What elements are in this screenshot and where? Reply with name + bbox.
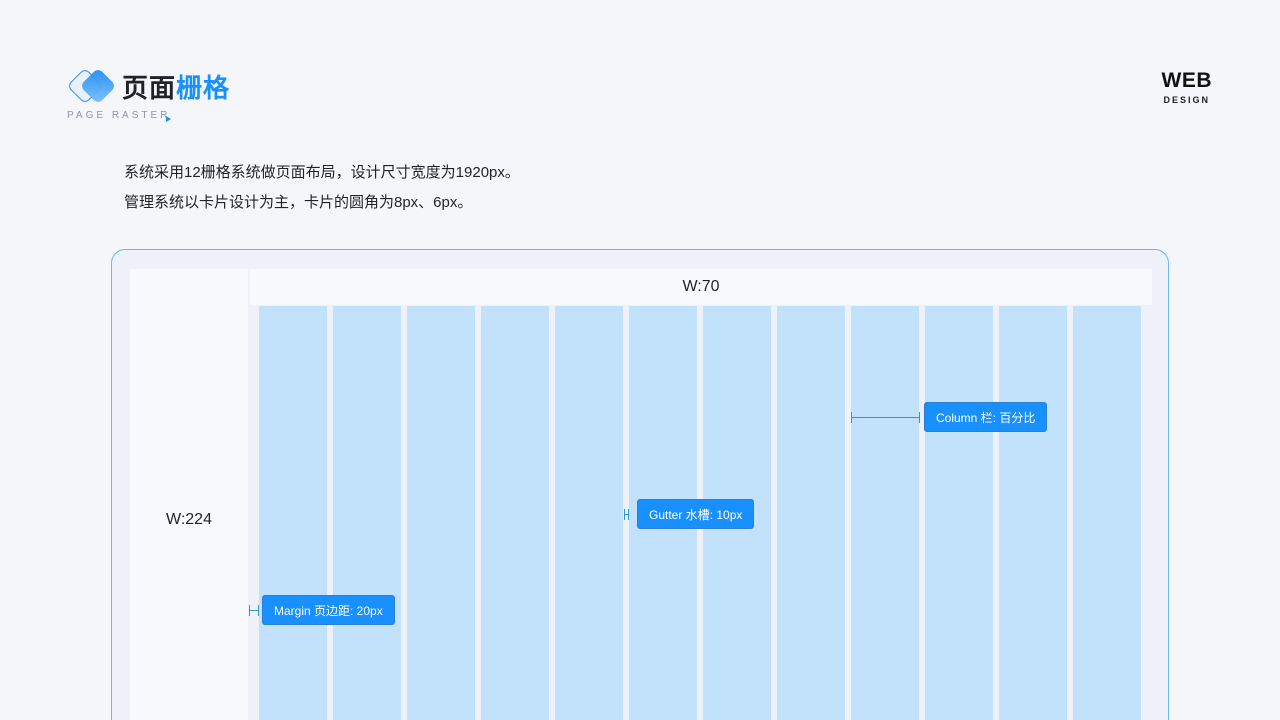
brand-main: WEB [1161, 69, 1212, 92]
logo-diamond-icon [66, 66, 118, 106]
brand-sub: DESIGN [1163, 95, 1210, 105]
description-line-1: 系统采用12栅格系统做页面布局，设计尺寸宽度为1920px。 [124, 164, 520, 181]
grid-column [333, 306, 401, 720]
description: 系统采用12栅格系统做页面布局，设计尺寸宽度为1920px。 管理系统以卡片设计… [124, 158, 520, 218]
column-measure-line [851, 412, 920, 423]
page-subtitle: PAGE RASTER [67, 110, 171, 121]
grid-column [259, 306, 327, 720]
grid-sidebar: W:224 [130, 269, 248, 720]
grid-column [925, 306, 993, 720]
grid-column [407, 306, 475, 720]
grid-header-bar: W:70 [250, 269, 1152, 305]
gutter-measure-line [624, 509, 629, 520]
grid-column [481, 306, 549, 720]
margin-annotation: Margin 页边距: 20px [262, 595, 395, 625]
gutter-annotation: Gutter 水槽: 10px [637, 499, 755, 529]
grid-frame: W:224 W:70 Column 栏: 百分比 Gutter 水槽: 10px… [111, 249, 1169, 720]
page-title-part1: 页面 [122, 72, 177, 103]
grid-column [1073, 306, 1141, 720]
grid-column [999, 306, 1067, 720]
logo: 页面栅格 [66, 66, 230, 106]
description-line-2: 管理系统以卡片设计为主，卡片的圆角为8px、6px。 [124, 194, 473, 211]
brand-mark: WEB DESIGN [1161, 69, 1213, 106]
grid-column [851, 306, 919, 720]
margin-measure-line [249, 605, 259, 616]
grid-column [555, 306, 623, 720]
header-width-label: W:70 [682, 278, 720, 295]
caret-right-icon [166, 116, 171, 122]
page-title: 页面栅格 [122, 68, 230, 105]
sidebar-width-label: W:224 [166, 511, 212, 528]
grid-column [777, 306, 845, 720]
column-annotation: Column 栏: 百分比 [924, 402, 1048, 432]
page-title-part2: 栅格 [176, 72, 231, 103]
